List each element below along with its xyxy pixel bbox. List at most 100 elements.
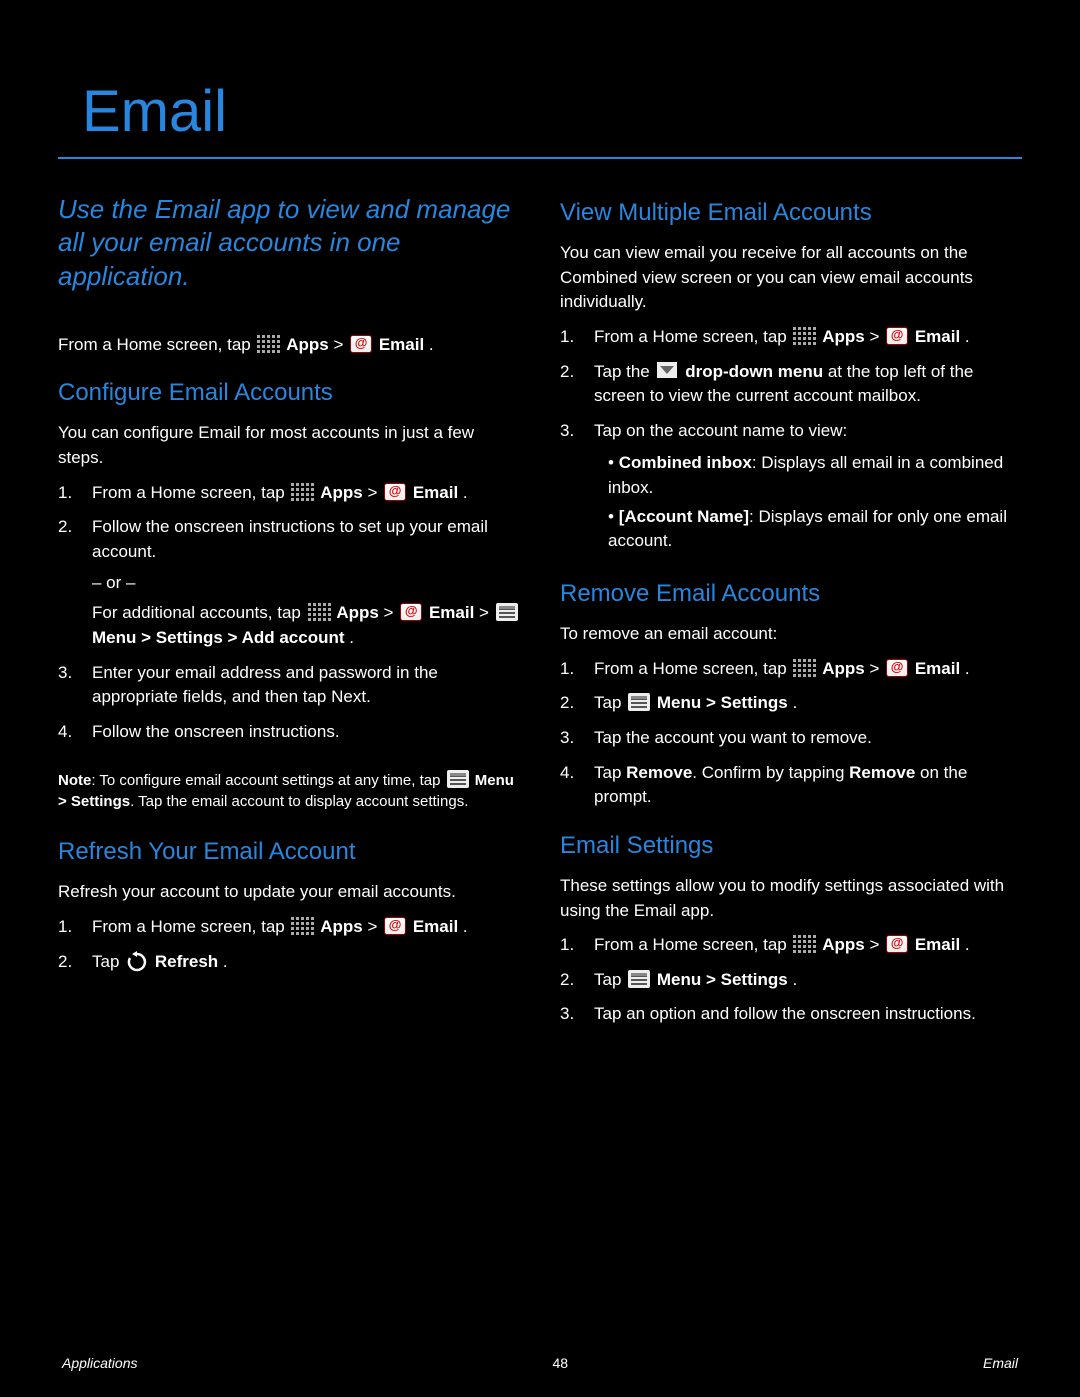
text: . [792,693,797,712]
text: : To configure email account settings at… [91,772,444,789]
text: Refresh [155,952,218,971]
text: For additional accounts, tap [92,603,306,622]
apps-grid-icon [793,935,815,953]
text: > [333,335,348,354]
step: 4. Follow the onscreen instructions. [58,720,520,745]
bullet: • [Account Name]: Displays email for onl… [608,505,1022,554]
text: > [479,603,494,622]
email-icon [886,659,908,677]
text: Tap on the account name to view: [594,421,847,440]
text: > [367,917,382,936]
text: . [429,335,434,354]
heading-remove: Remove Email Accounts [560,580,1022,608]
text: . [223,952,228,971]
text: . [965,659,970,678]
bullet: • Combined inbox: Displays all email in … [608,451,1022,500]
apps-label: Apps [336,603,379,622]
footer-page-number: 48 [552,1355,568,1371]
page-title: Email [82,78,1022,145]
text: . [965,935,970,954]
step-number: 2. [560,360,580,409]
step-number: 4. [560,761,580,810]
text: From a Home screen, tap [58,335,255,354]
apps-grid-icon [291,917,313,935]
text: Follow the onscreen instructions. [92,720,340,745]
step-number: 1. [58,915,78,940]
note-label: Note [58,772,91,789]
dropdown-icon [657,362,679,380]
text: From a Home screen, tap [594,659,791,678]
step: 3. Tap on the account name to view: • Co… [560,419,1022,558]
text: . [792,970,797,989]
step: 1. From a Home screen, tap Apps > Email … [58,481,520,506]
step-number: 1. [560,933,580,958]
apps-grid-icon [308,603,330,621]
step: 2. Tap Refresh . [58,950,520,975]
configure-note: Note: To configure email account setting… [58,770,520,812]
heading-settings: Email Settings [560,832,1022,860]
step: 1. From a Home screen, tap Apps > Email … [560,933,1022,958]
refresh-icon [126,952,148,970]
step: 3. Tap an option and follow the onscreen… [560,1002,1022,1027]
configure-intro: You can configure Email for most account… [58,421,520,470]
apps-label: Apps [822,935,865,954]
apps-grid-icon [793,659,815,677]
email-icon [384,483,406,501]
step-number: 1. [58,481,78,506]
step: 2. Tap the drop-down menu at the top lef… [560,360,1022,409]
text: Tap [594,970,626,989]
text: > [869,659,884,678]
settings-intro: These settings allow you to modify setti… [560,874,1022,923]
email-label: Email [915,327,960,346]
text: From a Home screen, tap [92,483,289,502]
apps-label: Apps [286,335,329,354]
step-number: 2. [560,691,580,716]
text: > [367,483,382,502]
step-number: 3. [560,726,580,751]
apps-label: Apps [822,327,865,346]
step: 2. Tap Menu > Settings . [560,691,1022,716]
step: 3. Tap the account you want to remove. [560,726,1022,751]
text: > [384,603,399,622]
text: Tap the account you want to remove. [594,726,872,751]
intro-text: Use the Email app to view and manage all… [58,193,520,293]
step-number: 2. [58,515,78,650]
step: 1. From a Home screen, tap Apps > Email … [560,325,1022,350]
heading-configure: Configure Email Accounts [58,379,520,407]
text: . Tap the email account to display accou… [130,793,468,810]
text: > [869,935,884,954]
text: . [349,628,354,647]
email-label: Email [915,935,960,954]
step-number: 3. [560,419,580,558]
apps-label: Apps [822,659,865,678]
text: Menu > Settings [657,970,788,989]
text: From a Home screen, tap [92,917,289,936]
heading-view-multiple: View Multiple Email Accounts [560,199,1022,227]
step-number: 1. [560,325,580,350]
text: Tap the [594,362,655,381]
email-label: Email [379,335,424,354]
menu-icon [496,603,518,621]
email-icon [400,603,422,621]
text: Combined inbox [619,453,752,472]
footer-right: Email [983,1355,1018,1371]
step-number: 3. [58,661,78,710]
text: Tap [594,763,626,782]
text: . [463,483,468,502]
view-intro: You can view email you receive for all a… [560,241,1022,315]
step: 4. Tap Remove. Confirm by tapping Remove… [560,761,1022,810]
footer-left: Applications [62,1355,138,1371]
step-number: 1. [560,657,580,682]
text: Remove [626,763,692,782]
step: 2. Follow the onscreen instructions to s… [58,515,520,650]
text: Menu > Settings [657,693,788,712]
email-label: Email [413,917,458,936]
text: . [965,327,970,346]
apps-grid-icon [291,483,313,501]
step-number: 3. [560,1002,580,1027]
remove-intro: To remove an email account: [560,622,1022,647]
text: Enter your email address and password in… [92,661,520,710]
text: Follow the onscreen instructions to set … [92,517,488,561]
email-icon [350,335,372,353]
menu-icon [628,693,650,711]
